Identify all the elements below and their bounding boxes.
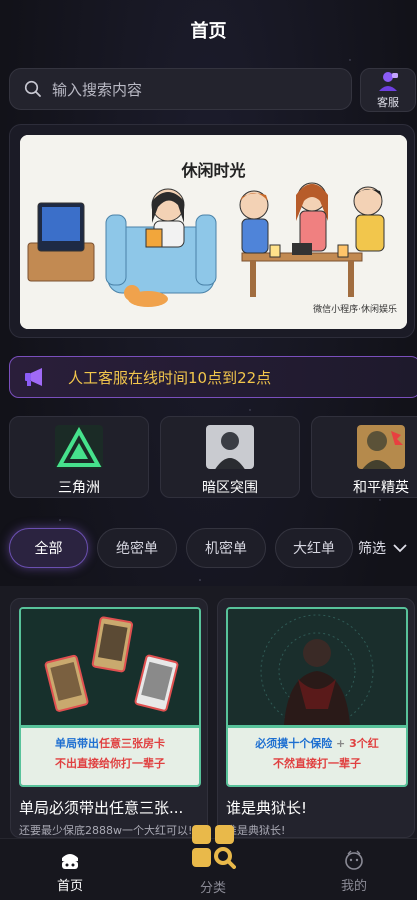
game-name: 和平精英 — [353, 480, 409, 496]
filter-chip-big-red[interactable]: 大红单 — [275, 528, 353, 568]
home-page: 首页 输入搜索内容 客服 休闲时光 微信小程序·休闲娱乐 人工客服在线时间10点… — [0, 0, 417, 900]
product-card[interactable]: 单局带出任意三张房卡 不出直接给你打一辈子 单局必须带出任意三张... 还要最少… — [10, 598, 208, 838]
chevron-down-icon — [393, 544, 407, 553]
search-row: 输入搜索内容 客服 — [9, 68, 416, 112]
bottom-tab-bar: 首页 分类 我的 — [0, 825, 417, 900]
filter-chip-all[interactable]: 全部 — [9, 528, 88, 568]
product-banner-line2: 不然直接打一辈子 — [273, 757, 361, 770]
product-card[interactable]: 必须摸十个保险 + 3个红 不然直接打一辈子 谁是典狱长! 谁是典狱长! — [217, 598, 415, 838]
banner-footer: 微信小程序·休闲娱乐 — [313, 305, 397, 315]
megaphone-icon — [25, 368, 42, 386]
tab-mine[interactable]: 我的 — [299, 839, 409, 900]
page-title: 首页 — [190, 21, 227, 42]
search-placeholder: 输入搜索内容 — [52, 80, 143, 99]
category-icon — [192, 825, 236, 869]
sanjiaozhou-logo — [55, 425, 103, 469]
tab-category[interactable]: 分类 — [158, 825, 268, 900]
filter-chip-secret[interactable]: 机密单 — [186, 528, 266, 568]
banner-title: 休闲时光 — [181, 161, 246, 180]
notice-bar[interactable]: 人工客服在线时间10点到22点 — [9, 356, 417, 398]
home-icon — [62, 854, 78, 869]
game-name: 暗区突围 — [202, 480, 258, 496]
tab-label: 分类 — [199, 881, 226, 896]
tab-label: 我的 — [340, 879, 367, 894]
product-grid: 单局带出任意三张房卡 不出直接给你打一辈子 单局必须带出任意三张... 还要最少… — [0, 586, 417, 846]
banner-card: 休闲时光 微信小程序·休闲娱乐 — [9, 124, 415, 338]
banner-image[interactable]: 休闲时光 微信小程序·休闲娱乐 — [20, 135, 407, 329]
filter-more-button[interactable]: 筛选 — [358, 528, 417, 568]
page-header: 首页 — [0, 0, 417, 60]
heping-logo — [357, 425, 405, 469]
product-image: 单局带出任意三张房卡 不出直接给你打一辈子 — [19, 607, 201, 787]
product-image: 必须摸十个保险 + 3个红 不然直接打一辈子 — [226, 607, 408, 787]
filter-more-label: 筛选 — [358, 541, 386, 557]
profile-icon — [345, 850, 363, 870]
product-banner-line1: 必须摸十个保险 + 3个红 — [255, 737, 379, 750]
game-name: 三角洲 — [58, 480, 100, 496]
product-subtitle: 谁是典狱长! — [226, 824, 286, 837]
game-card-heping[interactable]: 和平精英 — [311, 416, 417, 498]
customer-service-button[interactable]: 客服 — [360, 68, 416, 112]
search-input[interactable]: 输入搜索内容 — [9, 68, 352, 110]
product-banner-line2: 不出直接给你打一辈子 — [55, 757, 165, 770]
notice-text: 人工客服在线时间10点到22点 — [68, 368, 272, 387]
customer-service-label: 客服 — [377, 96, 399, 109]
product-subtitle: 还要最少保底2888w一个大红可以! — [19, 824, 193, 837]
filter-chips: 全部 绝密单 机密单 大红单 筛选 — [9, 528, 417, 572]
tab-home[interactable]: 首页 — [15, 839, 125, 900]
search-icon — [24, 80, 41, 97]
game-category-row: 三角洲 暗区突围 和平精英 — [9, 416, 417, 500]
game-card-anqu[interactable]: 暗区突围 — [160, 416, 300, 498]
product-name: 单局必须带出任意三张... — [19, 799, 184, 817]
customer-service-icon — [379, 72, 398, 91]
product-banner-line1: 单局带出任意三张房卡 — [55, 737, 165, 750]
anqu-logo — [206, 425, 254, 469]
game-card-sanjiaozhou[interactable]: 三角洲 — [9, 416, 149, 498]
tab-label: 首页 — [56, 879, 83, 894]
filter-chip-top-secret[interactable]: 绝密单 — [97, 528, 177, 568]
product-name: 谁是典狱长! — [226, 799, 308, 817]
